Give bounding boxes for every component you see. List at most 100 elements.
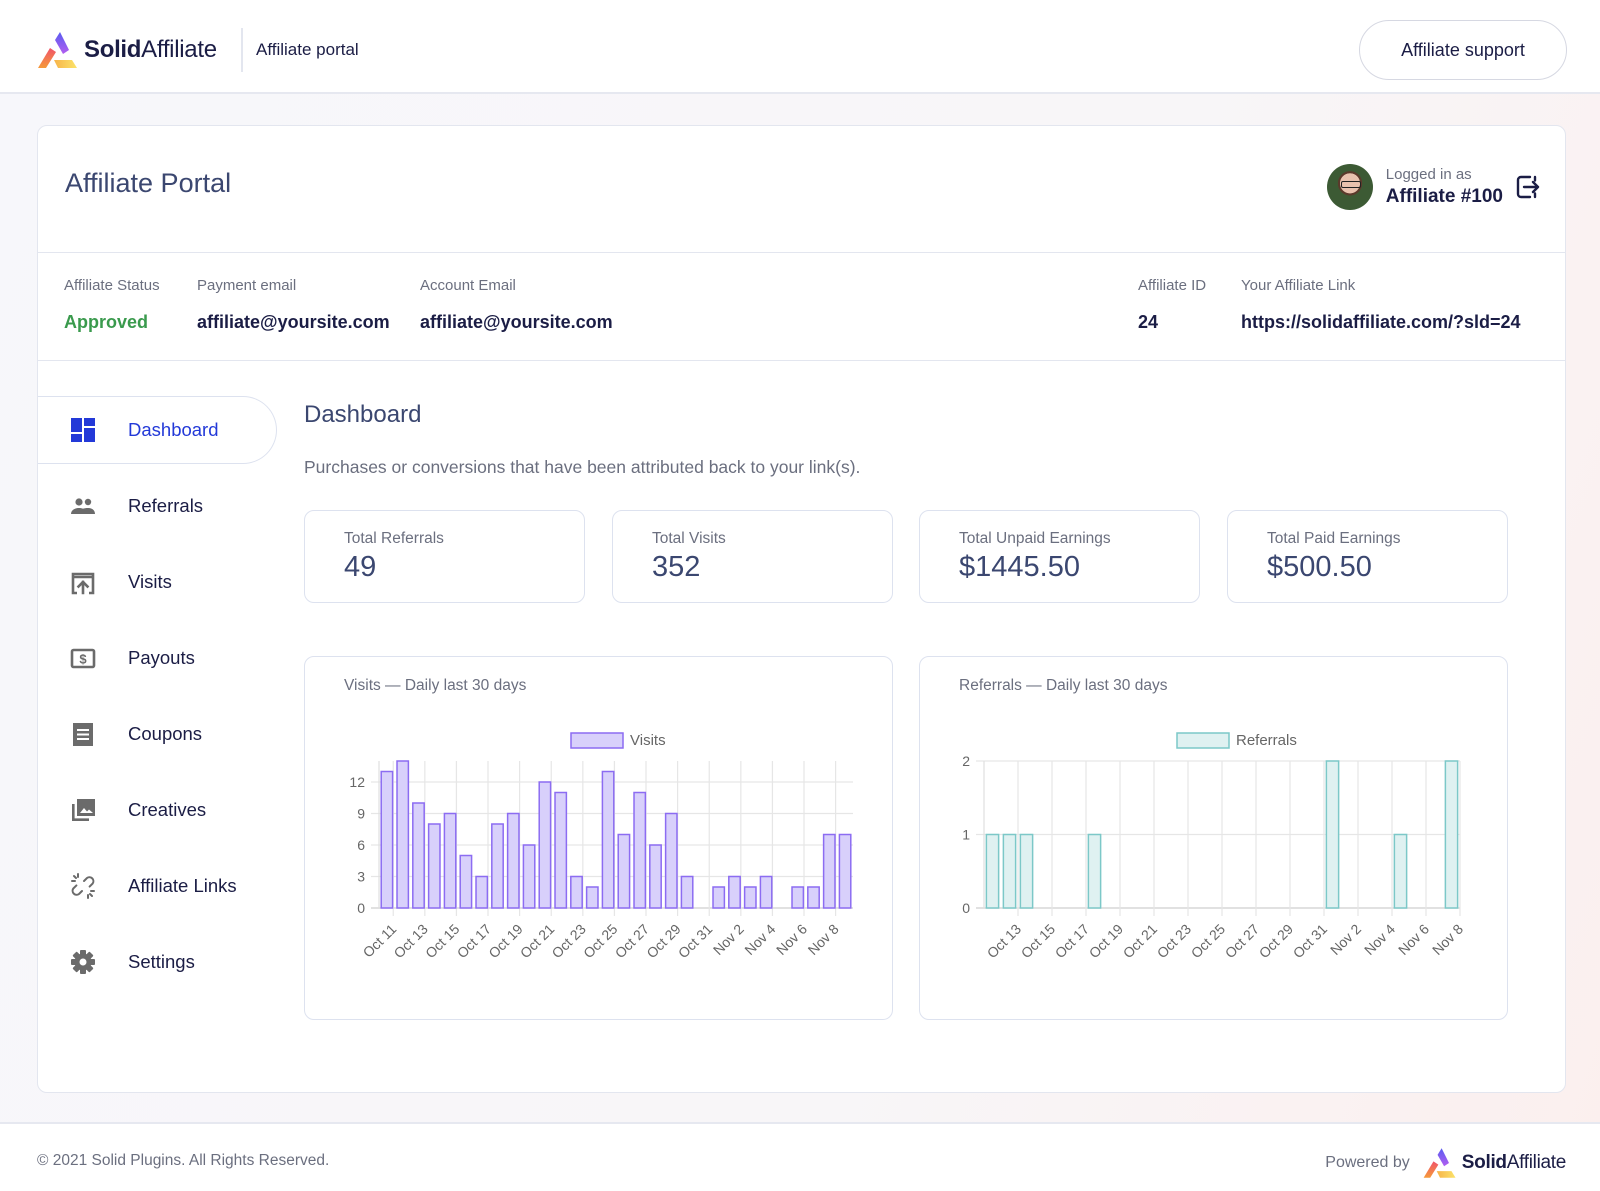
bar <box>617 833 631 909</box>
bar <box>522 844 536 909</box>
x-tick-label: Oct 27 <box>1222 921 1263 962</box>
sidebar-item-dashboard[interactable]: Dashboard <box>38 396 277 464</box>
x-tick-label: Oct 31 <box>1290 921 1331 962</box>
x-tick-label: Oct 21 <box>1120 921 1161 962</box>
sidebar-item-label: Creatives <box>128 799 207 820</box>
sidebar-item-settings[interactable]: Settings <box>38 928 278 996</box>
x-tick-label: Oct 15 <box>1018 921 1059 962</box>
portal-card: Affiliate Portal Logged in as Affiliate … <box>37 125 1566 1093</box>
account-email: Account Email affiliate@yoursite.com <box>420 277 613 333</box>
bar <box>570 875 583 909</box>
bar <box>743 886 757 909</box>
powered-by-label: Powered by <box>1325 1154 1410 1171</box>
sidebar-item-creatives[interactable]: Creatives <box>38 776 278 844</box>
svg-text:$: $ <box>79 652 87 667</box>
brand-name-light: Affiliate <box>141 36 217 63</box>
x-tick-label: Oct 19 <box>485 921 526 962</box>
user-info: Logged in as Affiliate #100 <box>1326 164 1541 210</box>
account-email-value: affiliate@yoursite.com <box>420 312 613 332</box>
y-tick-label: 9 <box>357 806 365 822</box>
sidebar-item-affiliate-links[interactable]: Affiliate Links <box>38 852 278 920</box>
y-tick-label: 2 <box>962 753 970 769</box>
y-tick-label: 0 <box>962 900 970 916</box>
logout-icon[interactable] <box>1515 174 1541 200</box>
x-tick-label: Oct 23 <box>548 921 589 962</box>
referrals-chart: Referrals012Oct 13Oct 15Oct 17Oct 19Oct … <box>962 732 1466 962</box>
bar <box>728 875 741 909</box>
x-tick-label: Nov 4 <box>741 921 778 958</box>
legend-label: Visits <box>630 732 666 749</box>
y-tick-label: 1 <box>962 827 970 843</box>
affiliate-info-row: Affiliate Status Approved Payment email … <box>38 253 1565 361</box>
chart-legend: Referrals <box>1176 732 1297 749</box>
stats-row: Total Referrals 49 Total Visits 352 Tota… <box>304 510 1544 605</box>
legend-swatch <box>570 732 624 749</box>
payment-email: Payment email affiliate@yoursite.com <box>197 277 390 333</box>
x-tick-label: Oct 25 <box>580 921 621 962</box>
x-tick-label: Oct 13 <box>390 921 431 962</box>
bar <box>649 844 662 909</box>
bar <box>680 875 694 909</box>
bar <box>601 770 615 909</box>
bar <box>712 886 726 909</box>
sidebar-item-coupons[interactable]: Coupons <box>38 700 278 768</box>
y-tick-label: 6 <box>357 837 365 853</box>
sidebar-item-payouts[interactable]: $ Payouts <box>38 624 278 692</box>
x-tick-label: Nov 4 <box>1361 921 1398 958</box>
copyright: © 2021 Solid Plugins. All Rights Reserve… <box>37 1152 330 1169</box>
sidebar-item-label: Coupons <box>128 723 203 744</box>
people-icon <box>71 498 95 514</box>
stat-value: $500.50 <box>1267 551 1372 583</box>
x-tick-label: Oct 25 <box>1188 921 1229 962</box>
account-email-label: Account Email <box>420 277 516 294</box>
stat-label: Total Visits <box>652 530 726 547</box>
payouts-icon: $ <box>70 648 96 669</box>
bar <box>1087 833 1102 909</box>
x-tick-label: Oct 19 <box>1086 921 1127 962</box>
y-tick-label: 3 <box>357 869 365 885</box>
bar <box>985 833 1000 909</box>
sidebar-item-label: Affiliate Links <box>128 875 237 896</box>
affiliate-link-value[interactable]: https://solidaffiliate.com/?sld=24 <box>1241 312 1521 333</box>
solid-affiliate-logo-icon <box>1423 1148 1456 1178</box>
dashboard-content: Dashboard Purchases or conversions that … <box>304 396 1544 1020</box>
user-name: Affiliate #100 <box>1385 186 1503 207</box>
payment-email-label: Payment email <box>197 277 297 294</box>
y-tick-label: 12 <box>349 774 365 790</box>
affiliate-id-label: Affiliate ID <box>1138 277 1207 294</box>
affiliate-support-button[interactable]: Affiliate support <box>1359 20 1567 80</box>
sidebar-item-label: Payouts <box>128 647 195 668</box>
page-title: Affiliate Portal <box>65 168 232 198</box>
status-label: Affiliate Status <box>64 277 160 294</box>
images-icon <box>72 799 95 821</box>
bar <box>538 781 552 909</box>
affiliate-link-label: Your Affiliate Link <box>1241 277 1356 294</box>
x-tick-label: Nov 2 <box>1327 921 1364 958</box>
powered-by[interactable]: Powered by SolidAffiliate <box>1325 1146 1566 1180</box>
stat-card-total-referrals: Total Referrals 49 <box>304 510 585 603</box>
x-tick-label: Nov 8 <box>1429 921 1466 958</box>
x-tick-label: Oct 23 <box>1154 921 1195 962</box>
x-tick-label: Oct 11 <box>360 921 400 961</box>
sidebar-nav: Dashboard Referrals Visits $ Payouts Cou… <box>38 396 278 1004</box>
bar <box>380 770 394 909</box>
brand-name-bold: Solid <box>1461 1152 1507 1173</box>
x-tick-label: Nov 2 <box>710 921 747 958</box>
sidebar-item-label: Visits <box>128 571 172 592</box>
portal-label: Affiliate portal <box>256 40 359 59</box>
avatar <box>1326 164 1373 210</box>
gear-icon <box>71 950 95 974</box>
stat-card-total-visits: Total Visits 352 <box>612 510 893 603</box>
bar <box>822 833 836 909</box>
bar <box>633 791 647 909</box>
stat-label: Total Referrals <box>344 530 444 547</box>
x-tick-label: Oct 15 <box>422 921 463 962</box>
legend-swatch <box>1176 732 1230 749</box>
brand-logo[interactable]: SolidAffiliate <box>36 30 217 70</box>
sidebar-item-referrals[interactable]: Referrals <box>38 472 278 540</box>
sidebar-item-visits[interactable]: Visits <box>38 548 278 616</box>
brand-name-bold: Solid <box>84 36 142 63</box>
x-tick-label: Nov 6 <box>773 921 810 958</box>
solid-affiliate-logo-icon <box>38 32 77 68</box>
bar <box>791 886 805 909</box>
